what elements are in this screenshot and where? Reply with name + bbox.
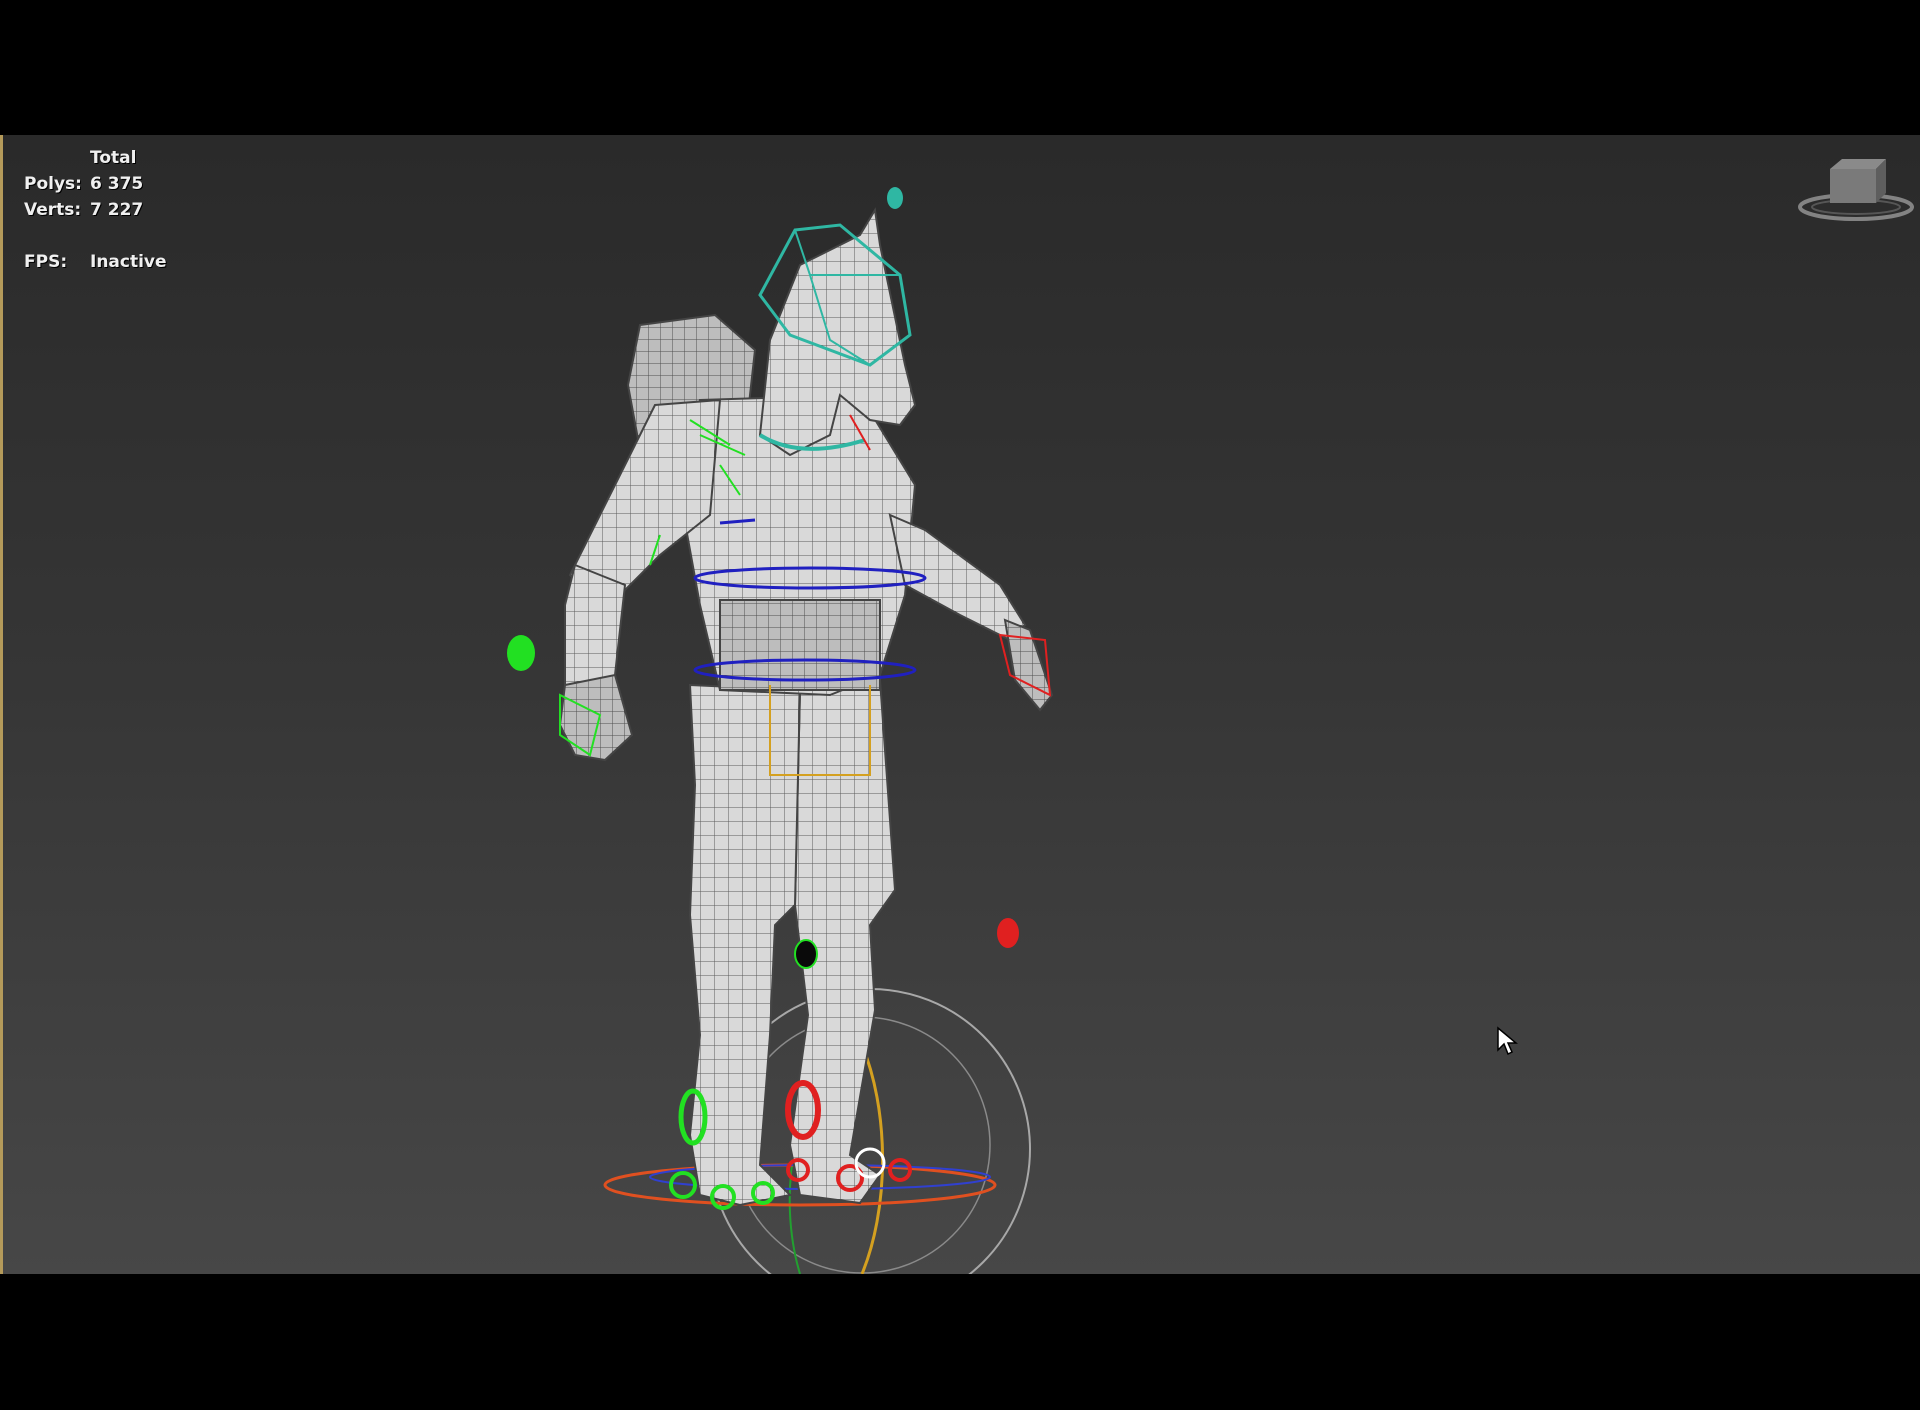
perspective-viewport[interactable]: Total Polys: 6 375 Verts: 7 227 FPS: Ina… xyxy=(0,135,1920,1274)
mouse-pointer-icon xyxy=(1497,1026,1518,1056)
letterbox-top xyxy=(0,0,1920,135)
letterbox-bottom xyxy=(0,1274,1920,1410)
right-arm-mesh xyxy=(888,513,1054,712)
character-rig-scene[interactable] xyxy=(0,135,1920,1274)
